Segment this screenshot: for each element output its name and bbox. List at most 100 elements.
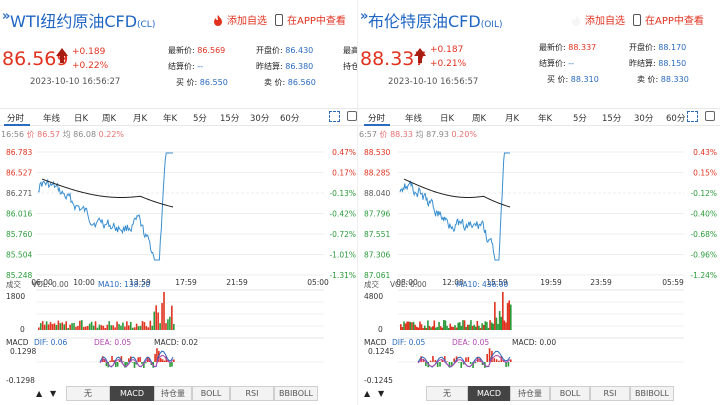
volume-bar <box>423 325 426 330</box>
macd-bar <box>109 360 111 362</box>
tab-15min[interactable]: 15分 <box>602 112 621 124</box>
volume-bar <box>165 323 167 330</box>
tab-5min[interactable]: 5分 <box>193 112 207 124</box>
volume-bar <box>108 321 111 330</box>
tab-5min[interactable]: 5分 <box>573 112 587 124</box>
volume-bar <box>112 325 114 330</box>
price-chart[interactable]: 86.783 0.47% 86.527 0.17% 86.271 -0.13% 86.016… <box>0 140 360 385</box>
volume-bar <box>118 324 120 330</box>
tab-boll[interactable]: BOLL <box>192 386 230 401</box>
tab-boll[interactable]: BOLL <box>550 386 590 401</box>
tab-week-k[interactable]: 周K <box>102 112 116 124</box>
volume-bar <box>129 321 132 330</box>
tab-60min[interactable]: 60分 <box>280 112 299 124</box>
nav-down-button[interactable]: ▼ <box>50 389 56 398</box>
wti-panel: » WTI纽约原油CFD(CL) 添加自选 在APP中查看 86.569 +0.… <box>0 0 360 405</box>
open-in-app-button[interactable]: 在APP中查看 <box>633 12 704 27</box>
tab-intraday[interactable]: 分时 <box>368 112 385 124</box>
volume-bar <box>104 327 107 330</box>
volume-bar <box>75 326 77 330</box>
fullscreen-icon[interactable] <box>687 111 698 122</box>
prev-settle-price: 昨结算: 88.150 <box>629 59 687 68</box>
up-arrow-icon <box>414 48 426 56</box>
tab-month-k[interactable]: 月K <box>505 112 519 124</box>
volume-bar <box>446 325 448 330</box>
volume-bar <box>41 321 44 330</box>
tab-open-interest[interactable]: 持仓量 <box>510 386 550 401</box>
volume-bar <box>67 327 69 330</box>
pct-axis-label: -0.13% <box>329 189 356 198</box>
volume-bar <box>471 325 474 330</box>
tab-30min[interactable]: 30分 <box>250 112 269 124</box>
volume-bar <box>61 322 64 330</box>
volume-bar <box>53 323 56 330</box>
fullscreen-icon[interactable] <box>329 111 340 122</box>
pct-axis-label: -1.24% <box>690 271 717 280</box>
tab-none[interactable]: 无 <box>426 386 468 401</box>
macd-bar <box>122 361 125 362</box>
volume-vol: VOL: 0.00 <box>32 280 69 289</box>
volume-bar <box>157 312 159 330</box>
add-favorite-button[interactable]: 添加自选 <box>212 12 267 27</box>
volume-bar <box>169 316 171 330</box>
tab-60min[interactable]: 60分 <box>666 112 685 124</box>
volume-bar <box>436 326 439 330</box>
volume-bar <box>124 326 126 330</box>
tab-day-k[interactable]: 日K <box>74 112 88 124</box>
tab-year-k[interactable]: 年K <box>163 112 177 124</box>
macd-dif: DIF: 0.05 <box>392 338 426 347</box>
volume-max: 1800 <box>6 292 25 301</box>
macd-bar <box>154 353 156 362</box>
macd-bar <box>429 360 432 362</box>
nav-up-button[interactable]: ▲ <box>364 389 370 398</box>
nav-down-button[interactable]: ▼ <box>378 389 384 398</box>
volume-bar <box>94 321 97 330</box>
tab-year-k[interactable]: 年K <box>538 112 552 124</box>
tab-week-k[interactable]: 周K <box>472 112 486 124</box>
instrument-title[interactable]: 布伦特原油CFD(OIL) <box>368 8 502 32</box>
volume-bar <box>449 323 452 330</box>
volume-bar <box>489 320 491 330</box>
volume-ma: MA10: 436.00 <box>456 280 509 289</box>
price-chart[interactable]: 88.530 0.43% 88.285 0.15% 88.040 -0.12% 87.796… <box>358 140 720 385</box>
macd-min: -0.1298 <box>6 376 35 385</box>
macd-min: -0.1245 <box>364 376 393 385</box>
tab-open-interest[interactable]: 持仓量 <box>154 386 192 401</box>
settings-icon[interactable] <box>705 111 715 121</box>
volume-bar <box>470 320 472 330</box>
tab-bbiboll[interactable]: BBIBOLL <box>630 386 674 401</box>
macd-bar <box>434 360 437 362</box>
tab-day-k[interactable]: 日K <box>440 112 454 124</box>
tab-none[interactable]: 无 <box>66 386 110 401</box>
tab-year-line[interactable]: 年线 <box>43 112 60 124</box>
volume-bar <box>110 325 112 330</box>
macd-bar <box>493 358 496 362</box>
tab-rsi[interactable]: RSI <box>590 386 630 401</box>
volume-bar <box>98 324 101 330</box>
tab-rsi[interactable]: RSI <box>230 386 274 401</box>
tab-month-k[interactable]: 月K <box>133 112 147 124</box>
tab-year-line[interactable]: 年线 <box>405 112 422 124</box>
volume-bar <box>457 322 459 330</box>
tab-bbiboll[interactable]: BBIBOLL <box>274 386 318 401</box>
volume-bar <box>468 324 471 330</box>
volume-bar <box>171 305 173 330</box>
settings-icon[interactable] <box>347 111 357 121</box>
latest-price: 最新价: 86.569 <box>168 46 226 55</box>
open-in-app-button[interactable]: 在APP中查看 <box>275 12 346 27</box>
volume-bar <box>71 323 73 330</box>
volume-bar <box>84 326 87 330</box>
tab-15min[interactable]: 15分 <box>220 112 239 124</box>
volume-bar <box>490 322 493 330</box>
x-axis-label: 23:59 <box>590 278 612 287</box>
y-axis-label: 88.530 <box>364 148 390 157</box>
add-favorite-button[interactable]: 添加自选 <box>570 12 625 27</box>
macd-label: MACD <box>364 338 387 347</box>
pct-axis-label: -1.31% <box>329 271 356 280</box>
instrument-title[interactable]: WTI纽约原油CFD(CL) <box>10 8 155 32</box>
tab-30min[interactable]: 30分 <box>634 112 653 124</box>
tab-macd[interactable]: MACD <box>110 386 154 401</box>
tab-intraday[interactable]: 分时 <box>7 112 24 124</box>
nav-up-button[interactable]: ▲ <box>36 389 42 398</box>
tab-macd[interactable]: MACD <box>468 386 510 401</box>
